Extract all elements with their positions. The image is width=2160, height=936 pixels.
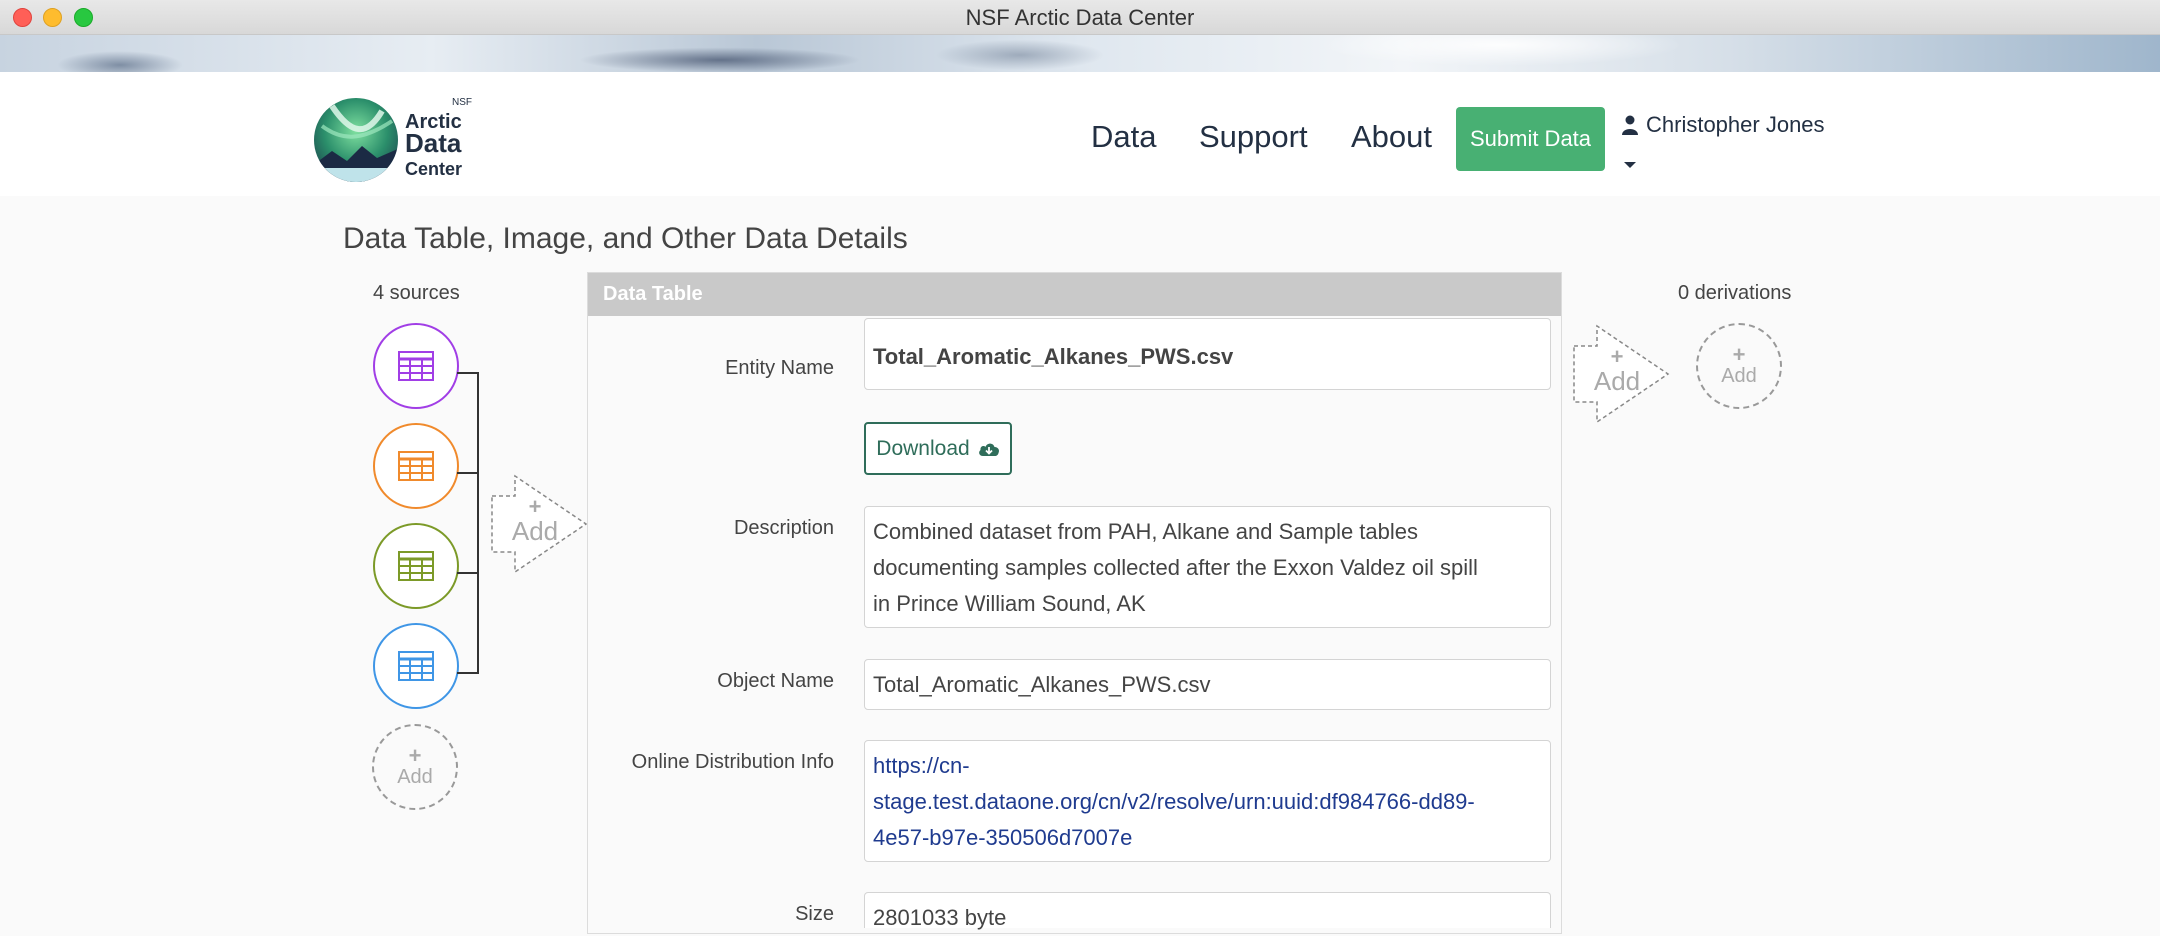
online-distribution-link[interactable]: https://cn- stage.test.dataone.org/cn/v2…: [864, 740, 1551, 862]
entity-name-value: Total_Aromatic_Alkanes_PWS.csv: [864, 318, 1551, 390]
online-distribution-label: Online Distribution Info: [631, 751, 834, 773]
source-node[interactable]: [373, 423, 459, 509]
page-title: Data Table, Image, and Other Data Detail…: [343, 222, 908, 255]
download-button[interactable]: Download: [864, 422, 1012, 475]
add-source-arrow-label: Add: [511, 516, 559, 546]
object-name-label: Object Name: [717, 670, 834, 692]
connector-line: [457, 372, 479, 374]
distribution-url-line: 4e57-b97e-350506d7007e: [873, 825, 1133, 850]
logo-nsf-text: NSF: [452, 97, 472, 108]
plus-icon: +: [408, 742, 422, 768]
distribution-url-line: stage.test.dataone.org/cn/v2/resolve/urn…: [873, 789, 1475, 814]
nav-about-link[interactable]: About: [1351, 119, 1432, 155]
source-node[interactable]: [373, 323, 459, 409]
add-source-arrow[interactable]: + Add: [490, 474, 590, 574]
download-label: Download: [876, 436, 970, 460]
size-value: 2801033 byte: [864, 892, 1551, 930]
description-label: Description: [733, 517, 834, 539]
add-source-label: Add: [397, 765, 433, 788]
connector-line: [457, 572, 479, 574]
window-title: NSF Arctic Data Center: [965, 5, 1195, 30]
add-source-button[interactable]: + Add: [372, 724, 458, 810]
site-logo[interactable]: NSF Arctic Data Center: [312, 96, 482, 186]
logo-line3: Center: [405, 159, 462, 179]
connector-line: [457, 672, 479, 674]
data-table-icon: [398, 351, 434, 381]
nav-support-link[interactable]: Support: [1199, 119, 1308, 155]
add-derivation-button[interactable]: + Add: [1696, 323, 1782, 409]
submit-data-button[interactable]: Submit Data: [1456, 107, 1605, 171]
data-table-icon: [398, 551, 434, 581]
entity-name-label: Entity Name: [725, 357, 834, 379]
derivations-count: 0 derivations: [1678, 282, 1792, 304]
connector-line: [457, 472, 479, 474]
description-line: Combined dataset from PAH, Alkane and Sa…: [873, 519, 1419, 544]
add-derivation-arrow[interactable]: + Add: [1572, 324, 1672, 424]
distribution-url-line: https://cn-: [873, 753, 970, 778]
logo-line2: Data: [405, 128, 462, 158]
mountain-banner: [0, 35, 2160, 72]
data-table-icon: [398, 651, 434, 681]
add-derivation-label: Add: [1721, 364, 1757, 387]
source-node[interactable]: [373, 623, 459, 709]
user-name: Christopher Jones: [1646, 112, 1825, 137]
cloud-download-icon: [978, 443, 999, 456]
window-titlebar: NSF Arctic Data Center: [0, 0, 2160, 35]
connector-line: [477, 372, 479, 674]
add-derivation-arrow-label: Add: [1593, 366, 1641, 396]
size-label: Size: [795, 903, 834, 925]
source-node[interactable]: [373, 523, 459, 609]
nav-data-link[interactable]: Data: [1091, 119, 1156, 155]
user-icon: [1622, 115, 1638, 135]
plus-icon: +: [1732, 341, 1746, 367]
description-value: Combined dataset from PAH, Alkane and Sa…: [864, 506, 1551, 628]
data-table-icon: [398, 451, 434, 481]
sources-count: 4 sources: [373, 282, 460, 304]
description-line: documenting samples collected after the …: [873, 555, 1478, 580]
object-name-value: Total_Aromatic_Alkanes_PWS.csv: [864, 659, 1551, 710]
user-menu-caret-icon[interactable]: [1624, 162, 1636, 168]
user-menu[interactable]: Christopher Jones: [1622, 112, 1825, 138]
panel-header: Data Table: [588, 273, 1561, 316]
description-line: in Prince William Sound, AK: [873, 591, 1146, 616]
